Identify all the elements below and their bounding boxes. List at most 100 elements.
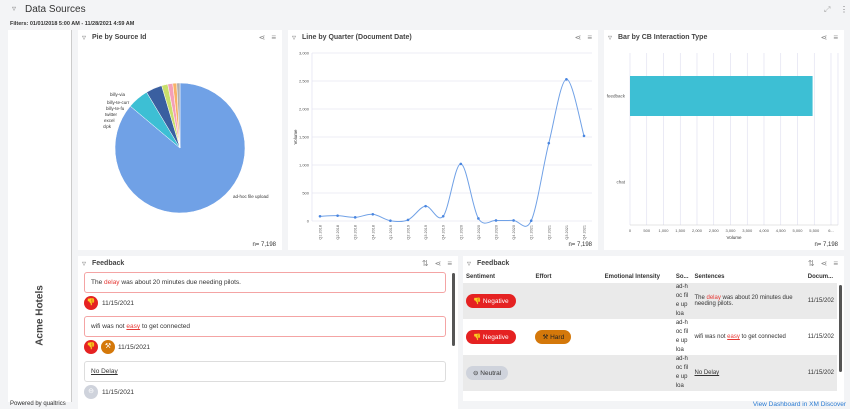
bar-widget: ▿ Bar by CB Interaction Type ⋖ ≡ 0 500 1,00… bbox=[604, 30, 844, 250]
x-tick-label: Q2 2019 bbox=[407, 225, 411, 240]
column-header[interactable]: So... bbox=[673, 271, 692, 283]
series-line bbox=[319, 78, 585, 227]
menu-icon[interactable]: ≡ bbox=[447, 259, 452, 268]
column-header[interactable]: Sentiment bbox=[463, 271, 532, 283]
x-tick-label: 4,500 bbox=[776, 228, 787, 233]
filter-icon[interactable]: ▿ bbox=[467, 259, 471, 268]
x-tick-label: 3,500 bbox=[742, 228, 753, 233]
text: to get connected bbox=[140, 323, 191, 330]
data-point bbox=[318, 214, 322, 218]
hard-effort-icon: ⚒ bbox=[101, 340, 115, 354]
text: was about 20 minutes due needing pilots. bbox=[119, 279, 241, 286]
pie-label: billy-te-fu bbox=[106, 106, 125, 111]
table-row[interactable]: 👎 Negative ad-hoc file uploa The delay w… bbox=[463, 283, 837, 319]
x-tick-label: 1,500 bbox=[675, 228, 686, 233]
y-tick-label: 0 bbox=[307, 219, 310, 224]
sort-icon[interactable]: ⇅ bbox=[808, 259, 815, 268]
y-tick-label: 500 bbox=[302, 191, 309, 196]
x-tick-label: 5,500 bbox=[809, 228, 820, 233]
data-point bbox=[565, 78, 568, 81]
expand-icon[interactable]: ⤢ bbox=[824, 5, 830, 15]
text: wifi was not bbox=[91, 323, 127, 330]
filter-icon[interactable]: ▿ bbox=[12, 4, 16, 13]
highlight: easy bbox=[727, 334, 740, 340]
date-cell: 11/15/202 bbox=[804, 355, 837, 391]
feedback-card[interactable]: wifi was not easy to get connected bbox=[84, 316, 446, 337]
x-tick-label: Q4 2018 bbox=[371, 225, 375, 240]
share-icon[interactable]: ⋖ bbox=[435, 259, 442, 268]
menu-icon[interactable]: ≡ bbox=[833, 259, 838, 268]
feedback-table-widget: ▿ Feedback ⇅ ⋖ ≡ Sentiment Effort Emotiona… bbox=[463, 256, 844, 401]
sentiment-badge: ⊖ Neutral bbox=[466, 366, 509, 380]
source-cell: ad-hoc file uploa bbox=[672, 283, 692, 319]
pie-label: billy-via bbox=[110, 92, 126, 97]
y-tick-label: 3,000 bbox=[299, 51, 310, 56]
scrollbar[interactable] bbox=[839, 285, 842, 372]
filter-icon[interactable]: ▿ bbox=[82, 259, 86, 268]
text: No Delay bbox=[91, 368, 118, 375]
x-tick-label: Q1 2018 bbox=[319, 225, 323, 240]
data-point bbox=[547, 141, 551, 145]
pie-widget: ▿ Pie by Source Id ⋖ ≡ ad-hoc file upload… bbox=[78, 30, 282, 250]
x-tick-label: 6... bbox=[828, 228, 834, 233]
x-tick-label: Q3 2020 bbox=[495, 225, 499, 240]
column-header[interactable]: Emotional Intensity bbox=[602, 271, 673, 283]
y-axis-label: Volume bbox=[293, 129, 298, 145]
column-header[interactable]: Effort bbox=[532, 271, 601, 283]
data-point bbox=[389, 219, 392, 223]
more-icon[interactable]: ⋮ bbox=[840, 5, 848, 14]
scrollbar[interactable] bbox=[452, 273, 455, 346]
text: to get connected bbox=[739, 334, 786, 340]
data-point bbox=[582, 134, 586, 138]
y-tick-label: 2,000 bbox=[299, 107, 310, 112]
x-tick-label: Q4 2019 bbox=[442, 225, 446, 240]
x-tick-label: 2,500 bbox=[709, 228, 720, 233]
brand-name: Acme Hotels bbox=[34, 285, 46, 346]
n-count: n= 7,198 bbox=[568, 242, 592, 248]
effort-badge: ⚒ Hard bbox=[535, 330, 572, 344]
badge-label: Negative bbox=[482, 298, 509, 305]
sort-icon[interactable]: ⇅ bbox=[422, 259, 429, 268]
x-tick-label: Q3 2019 bbox=[424, 225, 428, 240]
n-count: n= 7,198 bbox=[252, 242, 276, 248]
data-point bbox=[459, 162, 463, 166]
feedback-table: Sentiment Effort Emotional Intensity So.… bbox=[463, 271, 837, 391]
sentence-cell: No Delay bbox=[691, 355, 805, 391]
data-point bbox=[494, 219, 498, 222]
text: No Delay bbox=[694, 370, 720, 376]
source-cell: ad-hoc file uploa bbox=[672, 355, 692, 391]
data-point bbox=[424, 204, 427, 208]
x-tick-label: Q3 2021 bbox=[565, 225, 569, 240]
bar bbox=[630, 76, 813, 116]
y-tick-label: 1,500 bbox=[299, 135, 310, 140]
share-icon[interactable]: ⋖ bbox=[821, 259, 828, 268]
pie-label: ad-hoc file upload bbox=[233, 194, 269, 199]
table-row[interactable]: ⊖ Neutral ad-hoc file uploa No Delay 11/… bbox=[463, 355, 837, 391]
data-point bbox=[371, 212, 375, 216]
view-dashboard-link[interactable]: View Dashboard in XM Discover bbox=[753, 401, 846, 408]
table-row[interactable]: 👎 Negative ⚒ Hard ad-hoc file uploa wifi… bbox=[463, 319, 837, 355]
feedback-card[interactable]: The delay was about 20 minutes due needi… bbox=[84, 272, 446, 293]
data-point bbox=[353, 216, 357, 219]
x-tick-label: 5,000 bbox=[792, 228, 803, 233]
sentiment-badge: 👎 Negative bbox=[466, 330, 516, 344]
data-point bbox=[441, 214, 445, 218]
widget-title: Feedback bbox=[477, 260, 510, 267]
feedback-card[interactable]: No Delay bbox=[84, 361, 446, 382]
pie-label: billy-te-curr bbox=[107, 100, 130, 105]
x-tick-label: 0 bbox=[629, 228, 632, 233]
column-header[interactable]: Sentences bbox=[691, 271, 804, 283]
data-point bbox=[512, 219, 515, 222]
x-tick-label: Q2 2018 bbox=[336, 225, 340, 240]
column-header[interactable]: Docum... bbox=[805, 271, 837, 283]
badge-label: Neutral bbox=[480, 370, 502, 377]
data-point bbox=[477, 217, 480, 220]
y-tick-label: chat bbox=[616, 180, 625, 185]
filters-text: Filters: 01/01/2018 5:00 AM - 11/28/2021… bbox=[10, 21, 135, 27]
x-tick-label: 4,000 bbox=[759, 228, 770, 233]
highlight: easy bbox=[126, 323, 141, 330]
x-tick-label: Q1 2021 bbox=[530, 225, 534, 240]
text: wifi was not bbox=[694, 334, 728, 340]
y-tick-label: 1,000 bbox=[299, 163, 310, 168]
sentence-cell: wifi was not easy to get connected bbox=[691, 319, 804, 355]
